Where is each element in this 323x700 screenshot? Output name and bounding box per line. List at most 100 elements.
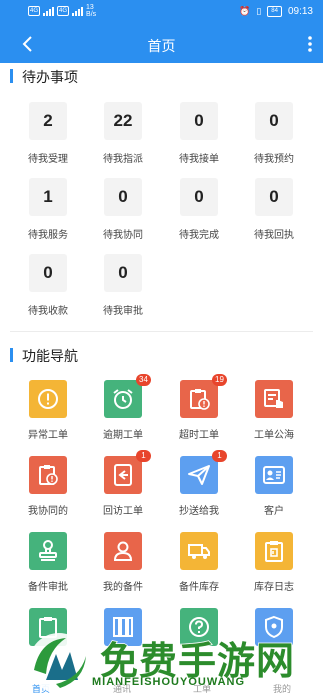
func-icon-tile: 1 — [104, 450, 151, 494]
func-overdue-orders[interactable]: 34 逾期工单 — [87, 374, 159, 441]
network-type-badge-2: 4G — [57, 6, 70, 16]
func-icon-tile: 1 — [180, 450, 227, 494]
count-badge: 1 — [136, 450, 151, 462]
todo-count: 2 — [29, 102, 67, 140]
clipboard-alert-icon — [39, 465, 58, 485]
func-label: 备件库存 — [179, 582, 219, 593]
log-clipboard-icon — [265, 541, 283, 562]
contact-card-icon — [263, 466, 285, 484]
todo-count: 0 — [255, 178, 293, 216]
todo-label: 待我收款 — [28, 306, 68, 317]
net-speed: 13 B/s — [86, 4, 97, 18]
todo-label: 待我受理 — [28, 154, 68, 165]
func-icon-tile: 19 — [180, 374, 227, 418]
todo-count: 0 — [180, 102, 218, 140]
phone-callback-icon — [114, 464, 132, 486]
todo-item[interactable]: 0 待我预约 — [239, 102, 309, 165]
func-label: 超时工单 — [179, 430, 219, 441]
func-label: 工单公海 — [254, 430, 294, 441]
todo-item[interactable]: 0 待我收款 — [13, 254, 83, 317]
todo-item[interactable]: 0 待我回执 — [239, 178, 309, 241]
truck-icon — [188, 544, 210, 559]
top-navbar: 首页 — [0, 25, 323, 63]
func-label: 异常工单 — [28, 430, 68, 441]
func-label: 客户 — [264, 506, 284, 517]
todo-count: 0 — [104, 178, 142, 216]
person-icon — [113, 541, 133, 561]
todo-count: 0 — [255, 102, 293, 140]
todo-item[interactable]: 22 待我指派 — [88, 102, 158, 165]
status-bar: 4G 4G 13 B/s ⏰ ▯ 84 09:13 — [0, 0, 323, 25]
todo-count: 0 — [29, 254, 67, 292]
alert-circle-icon — [38, 389, 58, 409]
func-icon-tile — [180, 532, 218, 570]
todo-item[interactable]: 1 待我服务 — [13, 178, 83, 241]
func-label: 库存日志 — [254, 582, 294, 593]
clock: 09:13 — [287, 6, 313, 17]
vibrate-icon: ▯ — [256, 6, 262, 16]
func-icon-tile — [29, 456, 67, 494]
todo-item[interactable]: 0 待我完成 — [164, 178, 234, 241]
func-timeout-orders[interactable]: 19 超时工单 — [163, 374, 235, 441]
count-badge: 1 — [212, 450, 227, 462]
todo-label: 待我协同 — [103, 230, 143, 241]
todo-item[interactable]: 0 待我协同 — [88, 178, 158, 241]
todo-label: 待我接单 — [179, 154, 219, 165]
count-badge: 34 — [136, 374, 151, 386]
func-label: 逾期工单 — [103, 430, 143, 441]
todo-label: 待我审批 — [103, 306, 143, 317]
network-type-badge: 4G — [28, 6, 41, 16]
todo-item[interactable]: 0 待我接单 — [164, 102, 234, 165]
todo-item[interactable]: 0 待我审批 — [88, 254, 158, 317]
func-icon-tile: 34 — [104, 374, 151, 418]
func-stock-log[interactable]: 库存日志 — [238, 532, 310, 593]
func-cc-me[interactable]: 1 抄送给我 — [163, 450, 235, 517]
func-parts-approval[interactable]: 备件审批 — [12, 532, 84, 593]
func-label: 备件审批 — [28, 582, 68, 593]
todo-count: 1 — [29, 178, 67, 216]
signal-icon — [43, 6, 55, 16]
func-icon-tile — [255, 456, 293, 494]
func-public-pool[interactable]: 工单公海 — [238, 380, 310, 441]
watermark-subtitle: MIANFEISHOUYOUWANG — [92, 676, 246, 688]
signal-icon-2 — [72, 6, 84, 16]
todo-label: 待我预约 — [254, 154, 294, 165]
func-icon-tile — [29, 380, 67, 418]
watermark-logo-icon — [29, 633, 89, 693]
func-icon-tile — [29, 532, 67, 570]
func-return-visit[interactable]: 1 回访工单 — [87, 450, 159, 517]
todo-label: 待我回执 — [254, 230, 294, 241]
alarm-clock-icon — [113, 389, 133, 409]
func-icon-tile — [255, 380, 293, 418]
stamp-icon — [39, 540, 57, 561]
func-icon-tile — [104, 532, 142, 570]
func-label: 抄送给我 — [179, 506, 219, 517]
todo-section-title: 待办事项 — [10, 67, 78, 87]
count-badge: 19 — [212, 374, 227, 386]
page-title: 首页 — [147, 38, 176, 54]
battery-icon: 84 — [267, 6, 282, 17]
todo-item[interactable]: 2 待我受理 — [13, 102, 83, 165]
func-parts-stock[interactable]: 备件库存 — [163, 532, 235, 593]
todo-count: 0 — [104, 254, 142, 292]
func-label: 回访工单 — [103, 506, 143, 517]
paper-plane-icon — [188, 465, 210, 485]
func-my-collab[interactable]: 我协同的 — [12, 456, 84, 517]
hand-pointer-icon — [264, 389, 283, 408]
todo-label: 待我指派 — [103, 154, 143, 165]
alarm-icon: ⏰ — [239, 6, 251, 16]
func-customer[interactable]: 客户 — [238, 456, 310, 517]
func-label: 我的备件 — [103, 582, 143, 593]
func-abnormal-orders[interactable]: 异常工单 — [12, 380, 84, 441]
todo-count: 0 — [180, 178, 218, 216]
functions-section-title: 功能导航 — [10, 346, 78, 366]
more-menu-icon[interactable] — [307, 35, 313, 53]
func-icon-tile — [255, 532, 293, 570]
func-my-parts[interactable]: 我的备件 — [87, 532, 159, 593]
todo-label: 待我完成 — [179, 230, 219, 241]
todo-count: 22 — [104, 102, 142, 140]
overtime-clipboard-icon — [190, 389, 210, 410]
func-label: 我协同的 — [28, 506, 68, 517]
section-divider — [10, 331, 313, 332]
todo-label: 待我服务 — [28, 230, 68, 241]
